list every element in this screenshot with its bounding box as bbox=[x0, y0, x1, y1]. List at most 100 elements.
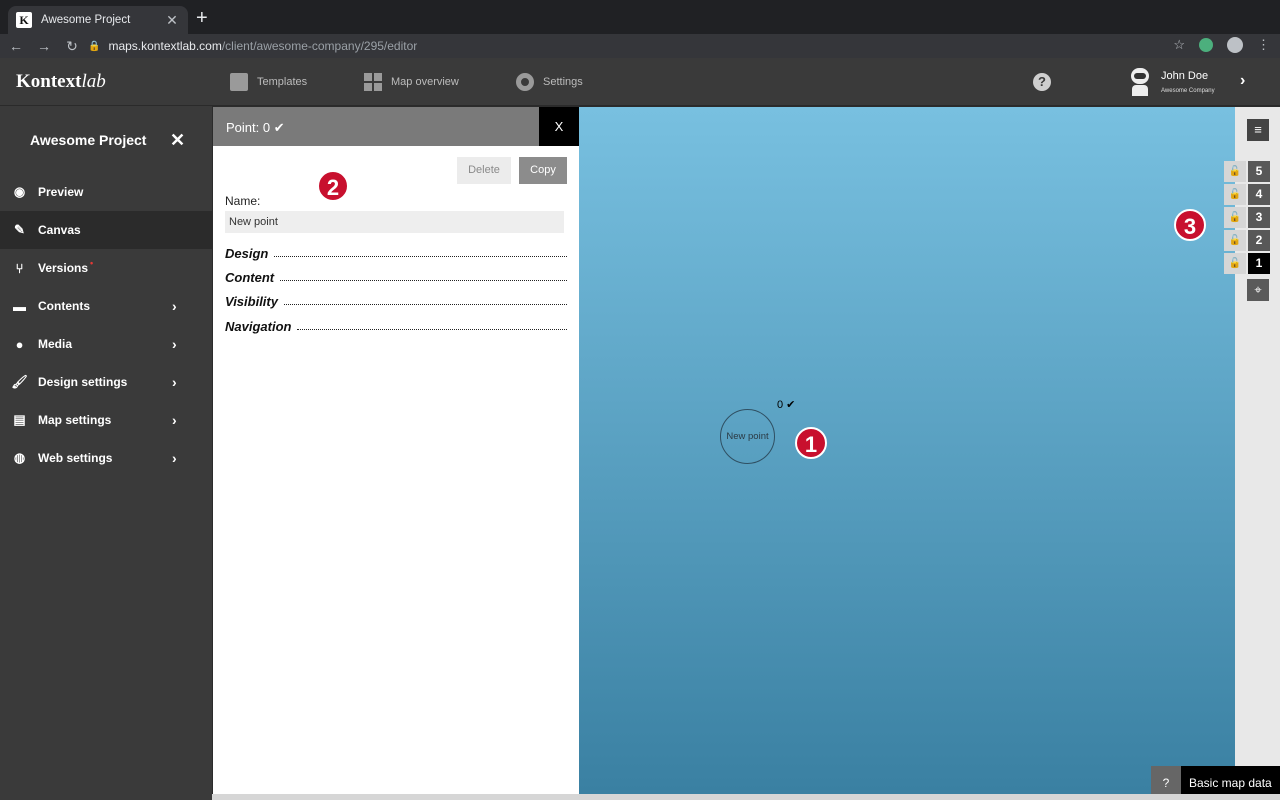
unlock-icon[interactable]: 🔓 bbox=[1224, 161, 1246, 182]
nav-map-overview[interactable]: Map overview bbox=[364, 58, 459, 106]
unlock-icon[interactable]: 🔓 bbox=[1224, 184, 1246, 205]
nav-settings-label: Settings bbox=[543, 76, 583, 88]
panel-title: Point: 0 ✔ bbox=[213, 107, 539, 146]
layer-number[interactable]: 5 bbox=[1248, 161, 1270, 182]
layer-4[interactable]: 🔓 4 bbox=[1224, 184, 1270, 205]
project-title: Awesome Project bbox=[30, 132, 147, 148]
sidebar-item-map-settings[interactable]: ▤ Map settings › bbox=[0, 401, 212, 439]
app-header: Kontextlab Templates Map overview Settin… bbox=[0, 58, 1280, 106]
sidebar-item-label: Contents bbox=[38, 299, 90, 313]
reload-icon[interactable]: ↻ bbox=[60, 38, 84, 55]
sidebar-item-design-settings[interactable]: 🖌 Design settings › bbox=[0, 363, 212, 401]
map-point[interactable]: New point bbox=[720, 409, 775, 464]
layer-number[interactable]: 3 bbox=[1248, 207, 1270, 228]
tab-close-icon[interactable]: ✕ bbox=[164, 12, 180, 29]
avatar[interactable] bbox=[1128, 68, 1152, 96]
dotted-leader bbox=[280, 280, 567, 281]
tab-title: Awesome Project bbox=[41, 14, 131, 26]
extension-icon[interactable] bbox=[1199, 38, 1213, 52]
sidebar-item-label: Map settings bbox=[38, 413, 112, 427]
profile-icon[interactable] bbox=[1227, 37, 1243, 53]
sidebar-item-web-settings[interactable]: ◍ Web settings › bbox=[0, 439, 212, 477]
sidebar-close-icon[interactable]: ✕ bbox=[170, 130, 185, 151]
layer-3[interactable]: 🔓 3 bbox=[1224, 207, 1270, 228]
logo-italic: lab bbox=[81, 71, 106, 92]
section-label: Navigation bbox=[225, 319, 292, 334]
annotation-badge-2: 2 bbox=[317, 170, 349, 202]
annotation-badge-1: 1 bbox=[795, 427, 827, 459]
layer-number[interactable]: 4 bbox=[1248, 184, 1270, 205]
section-navigation[interactable]: Navigation bbox=[225, 319, 567, 334]
map-icon: ▤ bbox=[13, 412, 26, 427]
unlock-icon[interactable]: 🔓 bbox=[1224, 207, 1246, 228]
back-icon[interactable]: ← bbox=[4, 38, 28, 54]
nav-map-overview-label: Map overview bbox=[391, 76, 459, 88]
layer-number[interactable]: 1 bbox=[1248, 253, 1270, 274]
unsaved-dot: • bbox=[90, 258, 94, 268]
sidebar-item-canvas[interactable]: ✎ Canvas bbox=[0, 211, 212, 249]
delete-button[interactable]: Delete bbox=[457, 157, 511, 184]
section-visibility[interactable]: Visibility bbox=[225, 294, 567, 309]
globe-icon: ◍ bbox=[13, 450, 26, 465]
url-host: maps.kontextlab.com bbox=[108, 39, 222, 53]
horizontal-scrollbar[interactable] bbox=[212, 794, 1280, 800]
dotted-leader bbox=[297, 329, 567, 330]
logo[interactable]: Kontextlab bbox=[16, 71, 106, 93]
kebab-menu-icon[interactable]: ⋮ bbox=[1257, 37, 1270, 53]
right-rail: ≡ bbox=[1235, 107, 1280, 766]
layer-1[interactable]: 🔓 1 bbox=[1224, 253, 1270, 274]
section-design[interactable]: Design bbox=[225, 246, 567, 261]
chevron-right-icon: › bbox=[172, 374, 177, 390]
dotted-leader bbox=[283, 304, 567, 305]
help-icon[interactable]: ? bbox=[1033, 73, 1051, 91]
sidebar-item-contents[interactable]: ▬ Contents › bbox=[0, 287, 212, 325]
sidebar-item-label: Preview bbox=[38, 185, 84, 199]
copy-button[interactable]: Copy bbox=[519, 157, 567, 184]
dotted-leader bbox=[274, 256, 567, 257]
user-name: John Doe bbox=[1161, 70, 1209, 82]
eye-icon: ◉ bbox=[13, 184, 26, 199]
favicon-icon: K bbox=[16, 12, 32, 28]
sidebar-item-label: Web settings bbox=[38, 451, 113, 465]
layer-5[interactable]: 🔓 5 bbox=[1224, 161, 1270, 182]
unlock-icon[interactable]: 🔓 bbox=[1224, 230, 1246, 251]
crosshair-icon[interactable]: ⌖ bbox=[1247, 279, 1269, 301]
section-label: Visibility bbox=[225, 294, 278, 309]
sidebar-item-label: Media bbox=[38, 337, 73, 351]
sidebar-item-label: Canvas bbox=[38, 223, 81, 237]
nav-templates[interactable]: Templates bbox=[230, 58, 307, 106]
section-content[interactable]: Content bbox=[225, 270, 567, 285]
map-point-id-label: 0 ✔ bbox=[777, 399, 796, 411]
user-menu-chevron-icon[interactable]: › bbox=[1240, 72, 1245, 90]
panel-close-button[interactable]: X bbox=[539, 107, 579, 146]
star-icon[interactable]: ☆ bbox=[1173, 37, 1185, 53]
hamburger-menu-icon[interactable]: ≡ bbox=[1247, 119, 1269, 141]
gear-icon bbox=[516, 73, 534, 91]
nav-templates-label: Templates bbox=[257, 76, 308, 88]
nav-settings[interactable]: Settings bbox=[516, 58, 583, 106]
section-label: Content bbox=[225, 270, 275, 285]
address-bar[interactable]: 🔒 maps.kontextlab.com /client/awesome-co… bbox=[86, 35, 1196, 57]
brush-icon: 🖌 bbox=[11, 374, 28, 389]
sidebar-item-preview[interactable]: ◉ Preview bbox=[0, 173, 212, 211]
sidebar-item-label: Design settings bbox=[38, 375, 128, 389]
section-label: Design bbox=[225, 246, 269, 261]
browser-tabstrip: K Awesome Project ✕ + bbox=[0, 0, 1280, 34]
name-input[interactable] bbox=[225, 211, 564, 233]
layer-number[interactable]: 2 bbox=[1248, 230, 1270, 251]
sidebar-item-label: Versions bbox=[38, 261, 89, 275]
forward-icon[interactable]: → bbox=[32, 38, 56, 54]
new-tab-icon[interactable]: + bbox=[196, 8, 208, 28]
sidebar-item-media[interactable]: ● Media › bbox=[0, 325, 212, 363]
chevron-right-icon: › bbox=[172, 336, 177, 352]
layer-2[interactable]: 🔓 2 bbox=[1224, 230, 1270, 251]
grid-icon bbox=[364, 73, 382, 91]
edit-icon: ✎ bbox=[14, 222, 25, 237]
browser-tab[interactable]: K Awesome Project ✕ bbox=[8, 6, 188, 34]
unlock-icon[interactable]: 🔓 bbox=[1224, 253, 1246, 274]
sidebar-item-versions[interactable]: ⑂ Versions • bbox=[0, 249, 212, 287]
chevron-right-icon: › bbox=[172, 450, 177, 466]
map-canvas[interactable]: New point 0 ✔ bbox=[579, 107, 1235, 794]
toolbar-actions: ☆ ⋮ bbox=[1173, 37, 1270, 53]
media-icon: ● bbox=[15, 336, 24, 352]
